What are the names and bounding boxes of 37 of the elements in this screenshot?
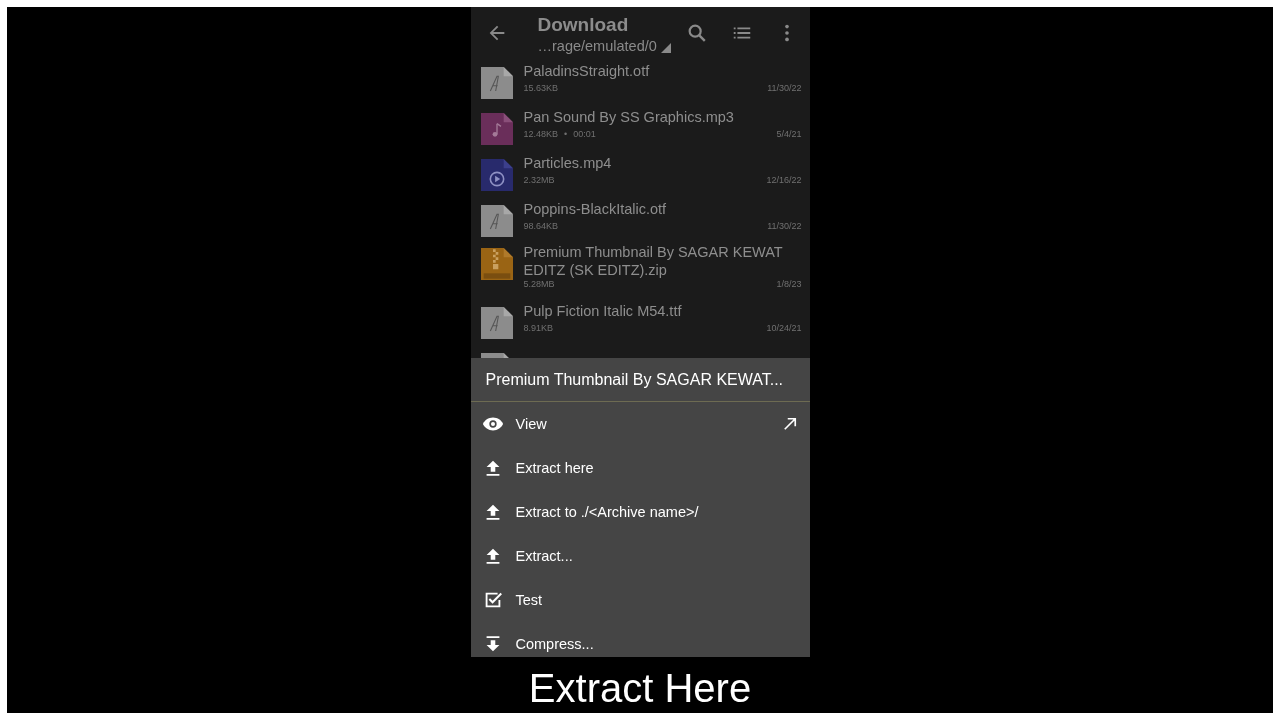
file-size: 2.32MB	[523, 175, 555, 186]
menu-item[interactable]: Test	[470, 578, 810, 622]
file-date: 11/30/22	[767, 83, 802, 94]
menu-item[interactable]: Compress...	[470, 622, 810, 657]
file-size: 8.91KB	[523, 323, 554, 334]
file-row[interactable]: Particles.mp4 2.32MB 12/16/22	[470, 151, 810, 197]
dropdown-triangle-icon[interactable]	[660, 43, 671, 53]
file-date: 11/30/22	[767, 221, 802, 232]
file-size: 15.63KB	[523, 83, 559, 94]
file-name: Premium Thumbnail By SAGAR KEWAT EDITZ (SK EDITZ).zip	[523, 243, 784, 279]
menu-item[interactable]: Extract here	[470, 446, 810, 490]
file-date: 1/8/23	[776, 279, 802, 290]
file-size: 12.48KB	[523, 129, 559, 140]
file-duration: 00:01	[573, 129, 596, 140]
file-date: 10/24/21	[766, 323, 802, 334]
file-name: Pulp Fiction Italic M54.ttf	[523, 302, 683, 320]
file-name: Pan Sound By SS Graphics.mp3	[523, 108, 735, 126]
file-size: 5.28MB	[523, 279, 555, 290]
file-name: PaladinsStraight.otf	[523, 62, 651, 80]
file-name: Particles.mp4	[523, 154, 613, 172]
file-name: Poppins-BlackItalic.otf	[523, 200, 668, 218]
menu-title: Premium Thumbnail By SAGAR KEWAT...	[470, 358, 810, 402]
file-row[interactable]: Pulp Fiction Italic M54.ttf 8.91KB 10/24/21	[470, 299, 810, 345]
menu-item[interactable]: Extract to ./<Archive name>/	[470, 490, 810, 534]
file-row[interactable]: Premium Thumbnail By SAGAR KEWAT EDITZ (SK EDITZ).zip 5.28MB 1/8/23	[470, 243, 810, 299]
separator-dot: •	[564, 129, 568, 140]
file-size: 98.64KB	[523, 221, 559, 232]
menu-item[interactable]: Extract...	[470, 534, 810, 578]
folder-path[interactable]: …rage/emulated/0	[537, 37, 657, 55]
folder-title: Download	[537, 13, 630, 37]
file-row[interactable]: Poppins-BlackItalic.otf 98.64KB 11/30/22	[470, 197, 810, 243]
file-row[interactable]: Pan Sound By SS Graphics.mp3 12.48KB • 00:01 5/4/21	[470, 105, 810, 151]
menu-item[interactable]: View	[470, 402, 810, 446]
file-date: 12/16/22	[766, 175, 802, 186]
caption-text: Extract Here	[528, 665, 752, 712]
file-date: 5/4/21	[776, 129, 802, 140]
file-row[interactable]: PaladinsStraight.otf 15.63KB 11/30/22	[470, 59, 810, 105]
